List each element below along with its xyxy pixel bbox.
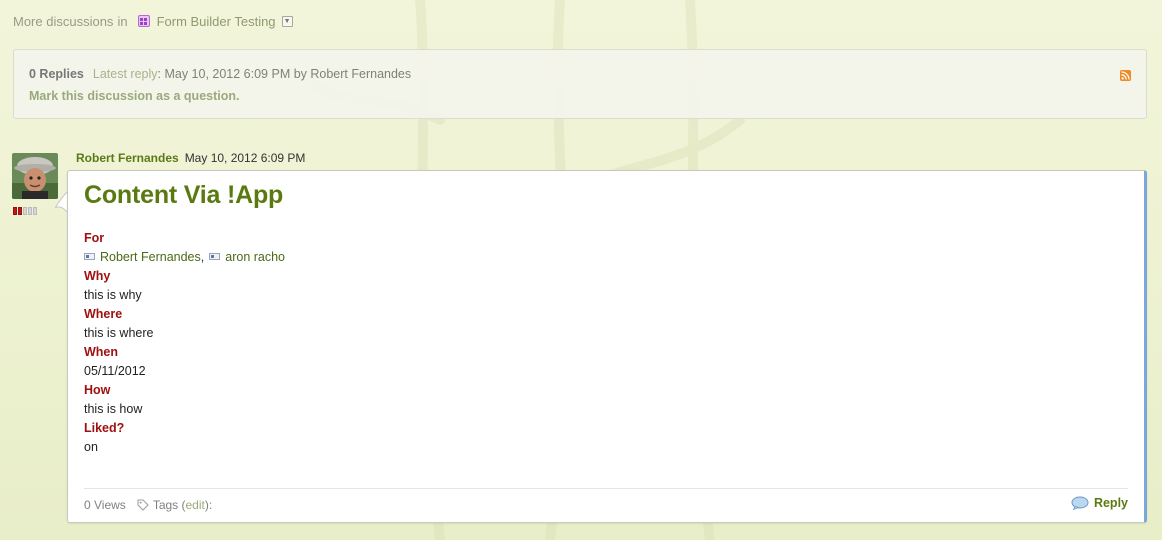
status-level-segment [18,207,22,215]
status-level-segment [28,207,32,215]
post-meta: 0 Views Tags (edit): [84,498,212,512]
reply-label: Reply [1093,496,1128,510]
latest-reply-link[interactable]: Latest reply [93,67,158,81]
separator: , [200,250,205,264]
field-value-how: this is how [84,402,143,416]
post-title: Content Via !App [84,181,284,209]
status-level-segment [13,207,17,215]
post-content-card: Content Via !App For Robert Fernandes, ar… [67,170,1147,523]
field-value-for: Robert Fernandes, aron racho [84,248,285,267]
status-level-indicator [13,207,37,215]
status-level-segment [33,207,37,215]
user-icon [209,253,221,260]
tags-label: Tags ( [152,498,186,512]
place-icon [137,15,150,27]
views-count: 0 Views [84,498,126,512]
edit-tags-link[interactable]: edit [186,498,205,512]
in-word: in [117,13,128,29]
user-icon [84,253,95,260]
post-author-line: Robert Fernandes May 10, 2012 6:09 PM [76,151,305,165]
field-label-liked: Liked? [84,421,125,435]
author-avatar[interactable] [12,153,58,199]
field-value-liked: on [84,440,98,454]
field-value-why: this is why [84,288,142,302]
post-fields: For Robert Fernandes, aron racho Why this… [84,229,285,457]
status-level-segment [23,207,27,215]
reply-summary-row: 0 Replies Latest reply : May 10, 2012 6:… [29,67,411,81]
user-link-2[interactable]: aron racho [225,250,285,264]
more-discussions-label: More discussions [13,13,114,29]
field-label-where: Where [84,307,123,321]
replies-count: 0 Replies [29,67,84,81]
field-value-where: this is where [84,326,154,340]
reply-button[interactable]: Reply [1071,496,1128,510]
mark-as-question-link[interactable]: Mark this discussion as a question. [29,89,239,103]
tag-icon [137,499,149,511]
tags-tail: ): [204,498,213,512]
post-date: May 10, 2012 6:09 PM [184,151,306,165]
place-link[interactable]: Form Builder Testing [157,14,276,29]
field-label-for: For [84,231,105,245]
field-label-when: When [84,345,119,359]
reply-bubble-icon [1071,496,1089,510]
more-discussions-line: More discussions in Form Builder Testing… [13,13,293,29]
post-footer: 0 Views Tags (edit): Reply [84,488,1128,512]
field-label-why: Why [84,269,111,283]
rss-icon[interactable] [1120,70,1131,81]
user-link-1[interactable]: Robert Fernandes [100,250,201,264]
discussion-summary: 0 Replies Latest reply : May 10, 2012 6:… [13,49,1147,119]
field-value-when: 05/11/2012 [84,364,146,378]
dropdown-arrow-icon[interactable]: ▼ [281,15,293,27]
latest-reply-details: : May 10, 2012 6:09 PM by Robert Fernand… [157,67,412,81]
author-name-link[interactable]: Robert Fernandes [76,151,179,165]
field-label-how: How [84,383,111,397]
